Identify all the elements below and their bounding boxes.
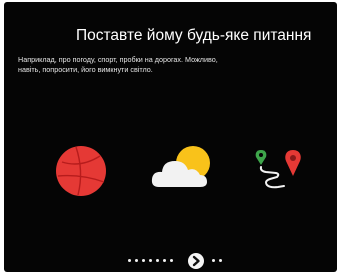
- page-dot[interactable]: [135, 259, 138, 262]
- page-dot[interactable]: [212, 259, 215, 262]
- subtitle-line-1: Наприклад, про погоду, спорт, пробки на …: [18, 55, 218, 64]
- page-title: Поставте йому будь-яке питання: [76, 27, 312, 44]
- page-dot[interactable]: [163, 259, 166, 262]
- sports-ball-icon: [56, 146, 106, 196]
- page-dot[interactable]: [219, 259, 222, 262]
- subtitle-line-2: навіть, попросити, його вимкнути світло.: [18, 65, 153, 74]
- next-page-button[interactable]: [188, 253, 204, 269]
- page-dot[interactable]: [142, 259, 145, 262]
- route-map-pin-icon: [255, 150, 301, 189]
- chevron-right-icon: [192, 255, 200, 267]
- page-dot[interactable]: [128, 259, 131, 262]
- page-subtitle: Наприклад, про погоду, спорт, пробки на …: [18, 55, 308, 75]
- onboarding-pager: [124, 253, 234, 269]
- page-dot[interactable]: [149, 259, 152, 262]
- page-dot[interactable]: [156, 259, 159, 262]
- page-dot[interactable]: [170, 259, 173, 262]
- onboarding-screen: Поставте йому будь-яке питання Наприклад…: [4, 2, 337, 272]
- weather-cloud-sun-icon: [151, 146, 210, 187]
